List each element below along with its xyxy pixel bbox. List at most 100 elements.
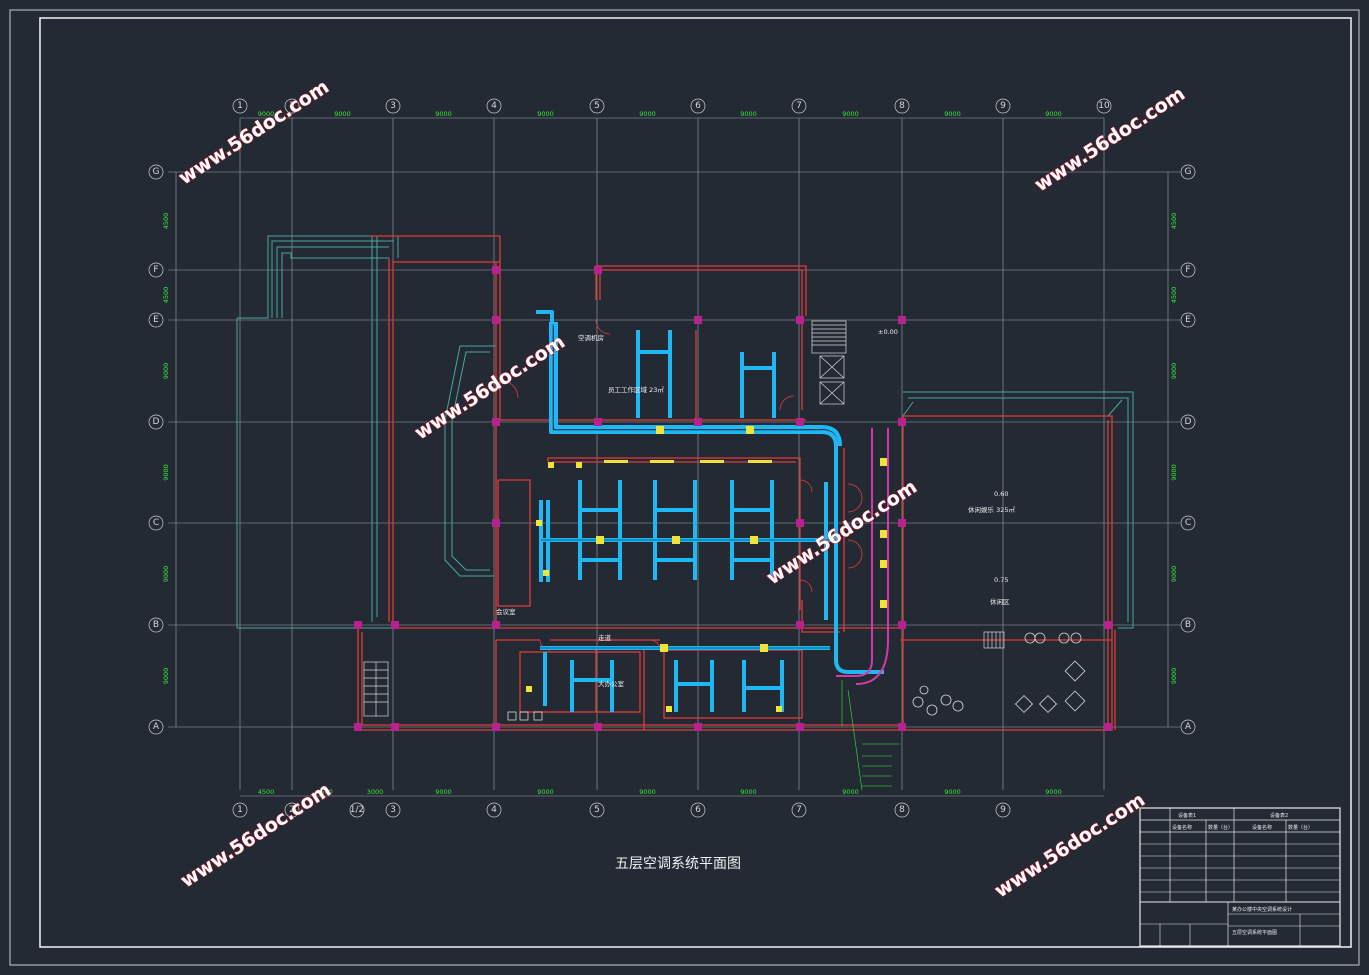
dim-top-7: 9000 [944, 110, 961, 118]
axis-left-B: B [153, 620, 159, 630]
column-22 [354, 621, 362, 629]
tb-col-1: 设备名称 [1172, 824, 1192, 831]
watermarks: www.56doc.com www.56doc.com www.56doc.co… [174, 75, 1189, 902]
riser-annotation [841, 680, 900, 791]
axis-bottom-4: 4 [491, 805, 497, 815]
room-label-lower-left: 会议室 [496, 607, 516, 616]
column-16 [796, 621, 804, 629]
axis-left-G: G [153, 167, 160, 177]
column-12 [898, 621, 906, 629]
axis-right-G: G [1185, 167, 1192, 177]
axis-bottom-6: 6 [695, 805, 701, 815]
dim-right-5: 9000 [1170, 668, 1178, 685]
dim-top-8: 9000 [1045, 110, 1062, 118]
room-label-hall: 休闲娱乐 325㎡ [968, 505, 1015, 514]
room-label-upper-left: 空调机房 [578, 333, 604, 342]
axis-right-C: C [1185, 518, 1191, 528]
drawing-title: 五层空调系统平面图 [615, 856, 741, 872]
dim-left-1: 4500 [162, 287, 170, 304]
axis-top-3: 3 [390, 101, 396, 111]
dim-right-4: 9000 [1170, 566, 1178, 583]
building-walls [357, 235, 1116, 731]
duct-inner-lines [540, 324, 836, 649]
column-11 [898, 519, 906, 527]
dim-left-3: 9000 [162, 464, 170, 481]
axis-bottom-5: 5 [594, 805, 600, 815]
axis-bottom-3: 3 [390, 805, 396, 815]
axis-top-6: 6 [695, 101, 701, 111]
dim-top-3: 9000 [537, 110, 554, 118]
dim-right-3: 9000 [1170, 464, 1178, 481]
axis-right-A: A [1185, 722, 1192, 732]
room-label-lower-mid: 大办公室 [598, 679, 625, 688]
dim-left-5: 9000 [162, 668, 170, 685]
watermark-bottom-right: www.56doc.com [991, 789, 1149, 902]
column-4 [492, 621, 500, 629]
column-13 [898, 723, 906, 731]
column-19 [594, 418, 602, 426]
room-label-hall-level: 0.60 [994, 490, 1008, 498]
dim-bottom-6: 9000 [740, 788, 757, 796]
dim-top-1: 9000 [334, 110, 351, 118]
column-15 [796, 519, 804, 527]
room-label-hall-level2: 0.75 [994, 576, 1008, 584]
column-8 [796, 316, 804, 324]
column-9 [898, 316, 906, 324]
axis-top-5: 5 [594, 101, 600, 111]
column-10 [898, 418, 906, 426]
axis-bottom-9: 9 [1000, 805, 1006, 815]
title-block: 设备表1 设备表2 设备名称 数量（台） 设备名称 数量（台） 某办公楼中央空调… [1139, 807, 1341, 947]
room-label-stair-level: ±0.00 [878, 328, 898, 336]
room-label-office: 员工工作区域 23㎡ [608, 385, 664, 394]
axis-top-10: 10 [1098, 101, 1110, 111]
column-24 [594, 723, 602, 731]
column-5 [492, 723, 500, 731]
column-20 [391, 621, 399, 629]
axis-right-B: B [1185, 620, 1191, 630]
tb-project: 某办公楼中央空调系统设计 [1232, 906, 1292, 913]
dim-left-4: 9000 [162, 566, 170, 583]
column-17 [796, 723, 804, 731]
column-0 [492, 266, 500, 274]
axis-left-A: A [153, 722, 160, 732]
axis-left-C: C [153, 518, 159, 528]
axis-right-F: F [1185, 265, 1190, 275]
dim-right-1: 4500 [1170, 287, 1178, 304]
watermark-top-right: www.56doc.com [1031, 83, 1189, 196]
dim-right-0: 4500 [1170, 213, 1178, 230]
watermark-center-left: www.56doc.com [411, 331, 569, 444]
axis-left-D: D [153, 417, 160, 427]
axis-top-8: 8 [899, 101, 905, 111]
axis-left-E: E [153, 315, 159, 325]
dim-bottom-8: 9000 [944, 788, 961, 796]
column-3 [492, 519, 500, 527]
axis-bottom-7: 7 [796, 805, 802, 815]
dim-left-0: 4500 [162, 213, 170, 230]
axis-top-9: 9 [1000, 101, 1006, 111]
axis-top-1: 1 [237, 101, 243, 111]
dim-top-5: 9000 [740, 110, 757, 118]
column-2 [492, 418, 500, 426]
watermark-center: www.56doc.com [763, 476, 921, 589]
dim-top-4: 9000 [639, 110, 656, 118]
tb-col-2: 数量（台） [1208, 824, 1233, 831]
axis-left-F: F [153, 265, 158, 275]
dim-top-6: 9000 [842, 110, 859, 118]
axis-right-D: D [1185, 417, 1192, 427]
axis-bottom-8: 8 [899, 805, 905, 815]
column-21 [391, 723, 399, 731]
room-label-corridor: 走道 [598, 633, 612, 642]
dim-bottom-7: 9000 [842, 788, 859, 796]
dim-bottom-5: 9000 [639, 788, 656, 796]
axis-right-E: E [1185, 315, 1191, 325]
column-26 [1104, 621, 1112, 629]
tb-header-right: 设备表2 [1270, 812, 1288, 819]
column-1 [492, 316, 500, 324]
column-23 [354, 723, 362, 731]
dim-bottom-0: 4500 [258, 788, 275, 796]
dim-left-2: 9000 [162, 363, 170, 380]
axis-bottom-2: 1/2 [350, 805, 364, 815]
dim-bottom-3: 9000 [435, 788, 452, 796]
column-6 [594, 266, 602, 274]
axis-top-7: 7 [796, 101, 802, 111]
